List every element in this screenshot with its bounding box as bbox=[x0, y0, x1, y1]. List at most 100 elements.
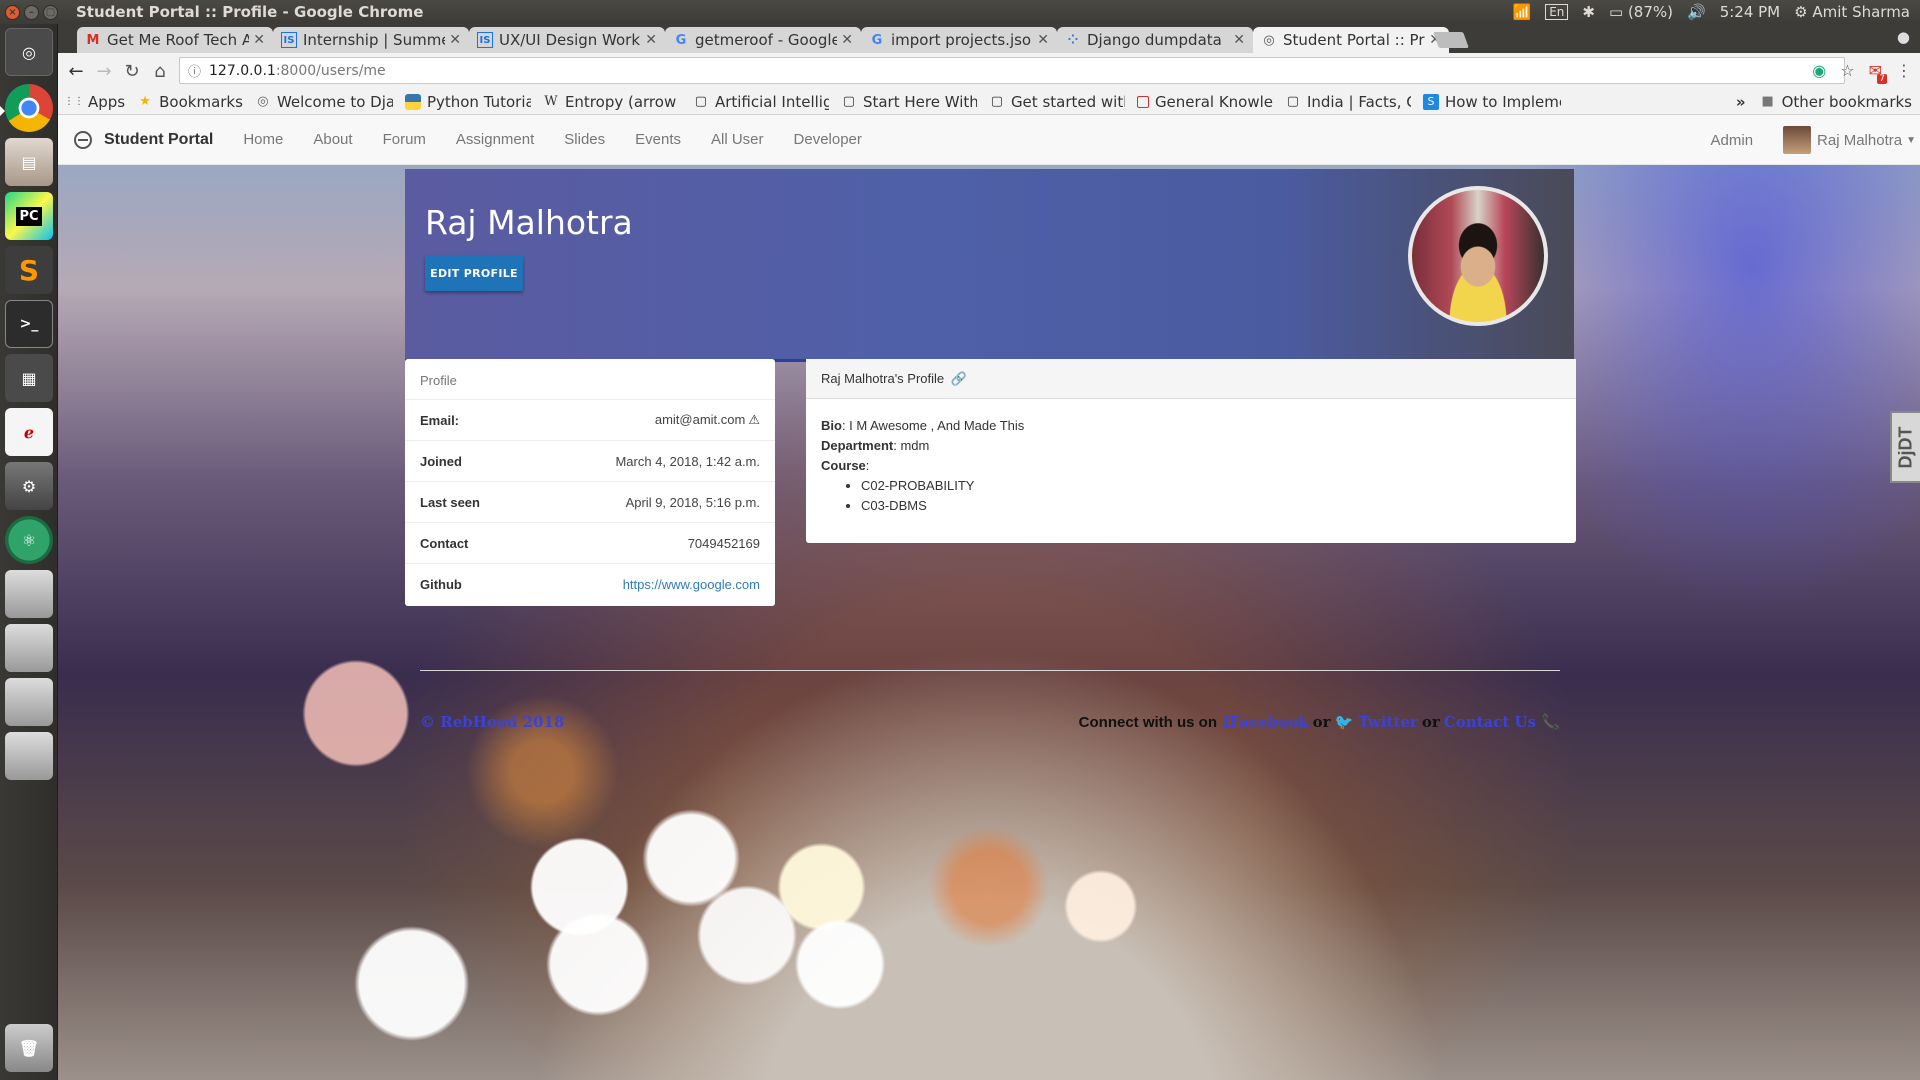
bookmark-star-icon[interactable]: ☆ bbox=[1840, 61, 1854, 80]
contact-us-link[interactable]: Contact Us 📞 bbox=[1444, 713, 1560, 731]
nav-about[interactable]: About bbox=[313, 131, 352, 148]
nav-admin[interactable]: Admin bbox=[1711, 132, 1754, 149]
workspace-switcher-icon[interactable]: ▦ bbox=[5, 354, 53, 402]
nav-events[interactable]: Events bbox=[635, 131, 681, 148]
facebook-link[interactable]: fFacebook bbox=[1223, 713, 1309, 731]
wifi-icon[interactable]: 📶 bbox=[1513, 3, 1532, 21]
browser-tab[interactable]: G import projects.jso ✕ bbox=[861, 27, 1057, 53]
tab-close-icon[interactable]: ✕ bbox=[1233, 32, 1245, 48]
django-debug-toolbar-handle[interactable]: DjDT bbox=[1890, 411, 1920, 483]
address-bar[interactable]: ⓘ 127.0.0.1:8000/users/me bbox=[179, 57, 1845, 84]
disk-utility-icon[interactable]: ℯ bbox=[5, 408, 53, 456]
settings-icon[interactable]: ⚙ bbox=[5, 462, 53, 510]
grammarly-extension-icon[interactable]: ◉ bbox=[1812, 61, 1826, 80]
ubuntu-dash-icon[interactable]: ◎ bbox=[5, 28, 53, 76]
new-tab-button[interactable] bbox=[1433, 32, 1469, 48]
bookmark-item[interactable]: ▢ India | Facts, Cul bbox=[1285, 93, 1411, 111]
sublime-text-icon[interactable]: S bbox=[5, 246, 53, 294]
tab-close-icon[interactable]: ✕ bbox=[841, 32, 853, 48]
window-controls: × – ▢ bbox=[5, 4, 58, 20]
tab-close-icon[interactable]: ✕ bbox=[253, 32, 265, 48]
tab-close-icon[interactable]: ✕ bbox=[449, 32, 461, 48]
twitter-link[interactable]: 🐦 Twitter bbox=[1334, 713, 1417, 731]
window-close-button[interactable]: × bbox=[5, 4, 20, 20]
clock[interactable]: 5:24 PM bbox=[1720, 3, 1780, 21]
bookmark-folder-bookmarks[interactable]: ★ Bookmarks bbox=[137, 93, 243, 111]
warning-icon[interactable]: ⚠ bbox=[748, 412, 760, 428]
bookmark-item[interactable]: General Knowlec bbox=[1136, 93, 1273, 111]
bluetooth-icon[interactable]: ✱ bbox=[1582, 3, 1595, 21]
or-text: or bbox=[1421, 713, 1440, 731]
back-button[interactable]: ← bbox=[62, 61, 90, 82]
terminal-icon[interactable]: >_ bbox=[5, 300, 53, 348]
bookmark-item[interactable]: ▢ Artificial Intellig bbox=[693, 93, 829, 111]
info-icon[interactable]: ⓘ bbox=[188, 61, 201, 80]
nav-home[interactable]: Home bbox=[243, 131, 283, 148]
bookmark-item[interactable]: S How to Impleme bbox=[1422, 93, 1561, 111]
github-link[interactable]: https://www.google.com bbox=[623, 577, 760, 592]
other-bookmarks-folder[interactable]: ■ Other bookmarks bbox=[1760, 93, 1912, 111]
bookmark-apps[interactable]: ⋮⋮ Apps bbox=[66, 93, 125, 111]
files-icon[interactable]: ▤ bbox=[5, 138, 53, 186]
user-menu-dropdown[interactable]: Raj Malhotra ▼ bbox=[1783, 126, 1920, 154]
battery-indicator[interactable]: ▭ (87%) bbox=[1609, 3, 1673, 21]
bookmark-label: Other bookmarks bbox=[1781, 92, 1912, 111]
wikipedia-icon: W bbox=[544, 94, 558, 109]
nav-forum[interactable]: Forum bbox=[383, 131, 426, 148]
edit-profile-button[interactable]: EDIT PROFILE bbox=[425, 255, 523, 291]
bio-card-body: Bio: I M Awesome , And Made This Departm… bbox=[806, 399, 1576, 533]
nav-all-user[interactable]: All User bbox=[711, 131, 764, 148]
tab-close-icon[interactable]: ✕ bbox=[645, 32, 657, 48]
site-brand[interactable]: Student Portal bbox=[74, 130, 213, 149]
nav-assignment[interactable]: Assignment bbox=[456, 131, 534, 148]
volume-icon[interactable]: 🔊 bbox=[1687, 3, 1706, 21]
os-top-panel: × – ▢ Student Portal :: Profile - Google… bbox=[0, 0, 1920, 24]
session-menu[interactable]: ⚙ Amit Sharma bbox=[1794, 3, 1910, 21]
info-row-joined: Joined March 4, 2018, 1:42 a.m. bbox=[405, 441, 775, 482]
link-icon[interactable]: 🔗 bbox=[951, 371, 967, 386]
site-nav-links: Home About Forum Assignment Slides Event… bbox=[243, 131, 892, 148]
browser-tab[interactable]: G getmeroof - Google ✕ bbox=[665, 27, 861, 53]
bookmark-item[interactable]: ▢ Get started with bbox=[989, 93, 1125, 111]
site-navbar: Student Portal Home About Forum Assignme… bbox=[58, 115, 1920, 165]
browser-tab[interactable]: IS Internship | Summe ✕ bbox=[273, 27, 469, 53]
battery-percent: (87%) bbox=[1627, 3, 1673, 21]
chrome-icon[interactable] bbox=[5, 84, 53, 132]
atom-icon[interactable]: ⚛ bbox=[5, 516, 53, 564]
bookmark-item[interactable]: W Entropy (arrow c bbox=[543, 93, 681, 111]
internshala-icon: IS bbox=[477, 32, 493, 48]
info-label: Contact bbox=[420, 535, 469, 551]
system-tray: 📶 En ✱ ▭ (87%) 🔊 5:24 PM ⚙ Amit Sharma bbox=[1513, 3, 1920, 21]
browser-tab[interactable]: M Get Me Roof Tech A ✕ bbox=[77, 27, 273, 53]
window-minimize-button[interactable]: – bbox=[24, 4, 39, 20]
nav-developer[interactable]: Developer bbox=[794, 131, 862, 148]
gmail-checker-extension-icon[interactable]: ✉ 7 bbox=[1869, 61, 1887, 84]
bookmark-item[interactable]: ◎ Welcome to Dja bbox=[255, 93, 393, 111]
profile-icon[interactable]: ● bbox=[1897, 28, 1910, 46]
tab-title: Internship | Summe bbox=[303, 31, 446, 49]
browser-tab[interactable]: IS UX/UI Design Work ✕ bbox=[469, 27, 665, 53]
reload-button[interactable]: ↻ bbox=[118, 61, 146, 82]
chrome-menu-icon[interactable]: ⋮ bbox=[1896, 61, 1912, 80]
drive-icon-2[interactable] bbox=[5, 624, 53, 672]
browser-tab[interactable]: ⁘ Django dumpdata ✕ bbox=[1057, 27, 1253, 53]
drive-icon-4[interactable] bbox=[5, 732, 53, 780]
bookmark-item[interactable]: Python Tutorial: bbox=[404, 93, 531, 111]
google-icon: G bbox=[871, 32, 883, 48]
bookmark-item[interactable]: ▢ Start Here With bbox=[841, 93, 977, 111]
more-bookmarks-button[interactable]: » bbox=[1736, 93, 1746, 111]
window-maximize-button[interactable]: ▢ bbox=[43, 4, 58, 20]
drive-icon-1[interactable] bbox=[5, 570, 53, 618]
tab-close-icon[interactable]: ✕ bbox=[1037, 32, 1049, 48]
trash-icon[interactable]: 🗑 bbox=[5, 1024, 53, 1072]
tab-title: Django dumpdata bbox=[1087, 31, 1222, 49]
home-button[interactable]: ⌂ bbox=[146, 61, 174, 82]
tab-title: Get Me Roof Tech A bbox=[107, 31, 250, 49]
pycharm-icon[interactable]: PC bbox=[5, 192, 53, 240]
nav-slides[interactable]: Slides bbox=[564, 131, 605, 148]
course-label: Course bbox=[821, 458, 866, 473]
forward-button[interactable]: → bbox=[90, 61, 118, 82]
browser-tab-active[interactable]: ◎ Student Portal :: Pr ✕ bbox=[1253, 27, 1449, 53]
keyboard-layout-indicator[interactable]: En bbox=[1545, 4, 1569, 20]
drive-icon-3[interactable] bbox=[5, 678, 53, 726]
